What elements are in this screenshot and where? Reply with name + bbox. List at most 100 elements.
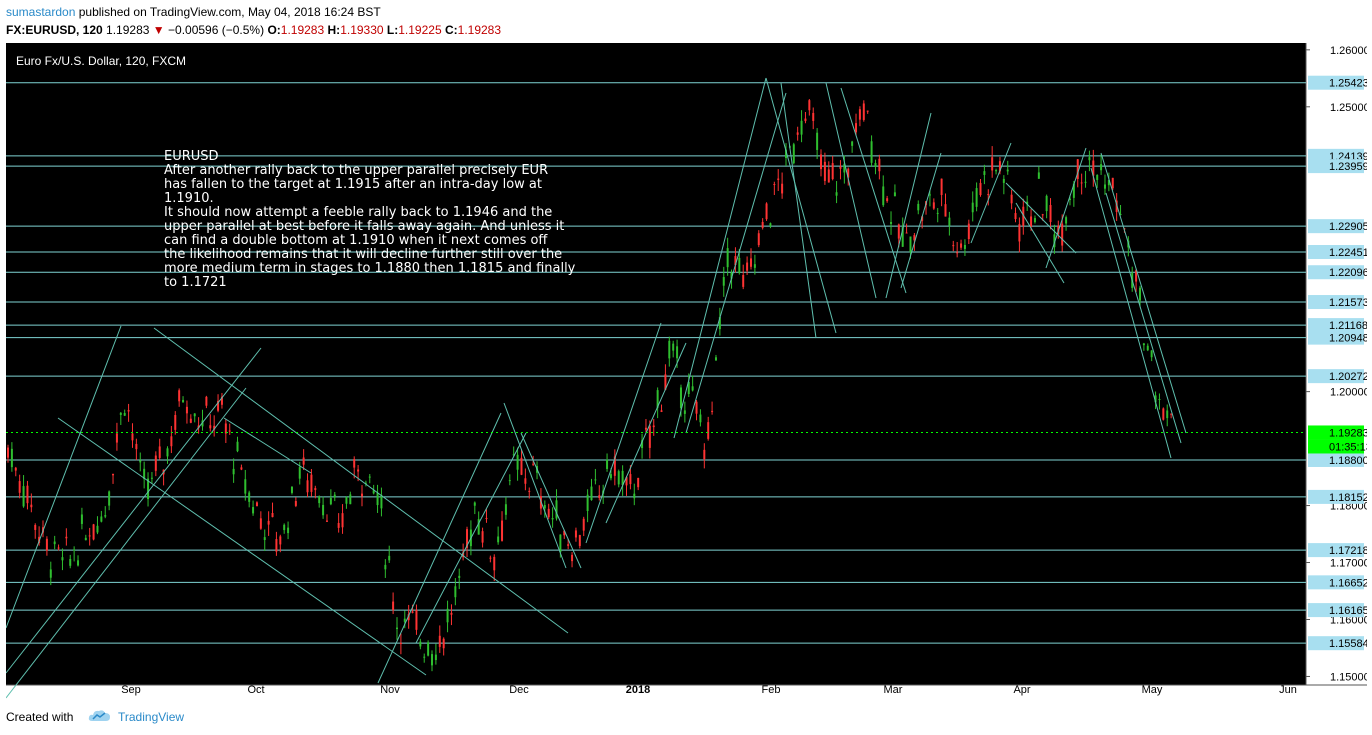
down-candle	[57, 547, 60, 549]
down-candle	[1080, 182, 1083, 184]
ohlc-info: FX:EURUSD, 120 1.19283 ▼ −0.00596 (−0.5%…	[6, 23, 501, 37]
up-candle	[936, 212, 939, 214]
up-candle	[590, 486, 593, 501]
up-candle	[446, 608, 449, 623]
up-candle	[287, 527, 290, 534]
up-candle	[403, 618, 406, 622]
down-candle	[827, 169, 830, 183]
up-candle	[96, 525, 99, 533]
down-candle	[547, 508, 550, 518]
time-tick-label: Mar	[884, 684, 903, 696]
down-candle	[932, 202, 935, 209]
down-candle	[1111, 177, 1114, 189]
up-candle	[497, 536, 500, 543]
down-candle	[695, 401, 698, 414]
tradingview-cloud-icon[interactable]	[88, 708, 112, 724]
up-candle	[683, 410, 686, 414]
close-value: 1.19283	[457, 23, 502, 37]
down-candle	[154, 455, 157, 471]
time-tick-label: Apr	[1013, 684, 1030, 696]
chart-area[interactable]: Euro Fx/U.S. Dollar, 120, FXCM EURUSD Afte…	[6, 43, 1367, 700]
down-candle	[205, 396, 208, 406]
down-candle	[820, 154, 823, 170]
down-candle	[1010, 194, 1013, 204]
up-candle	[345, 497, 348, 504]
level-label: 1.17218	[1329, 545, 1367, 557]
plot-background	[6, 43, 1306, 685]
level-label: 1.25423	[1329, 78, 1367, 90]
up-candle	[84, 537, 87, 541]
down-candle	[450, 612, 453, 615]
down-candle	[170, 436, 173, 447]
down-candle	[629, 474, 632, 485]
down-candle	[746, 262, 749, 271]
level-label: 1.22905	[1329, 221, 1367, 233]
chart-header: sumastardon published on TradingView.com…	[0, 0, 1372, 44]
countdown-label: 01:35:13	[1329, 441, 1367, 453]
up-candle	[672, 343, 675, 351]
down-candle	[967, 223, 970, 240]
down-candle	[209, 425, 212, 429]
up-candle	[104, 515, 107, 517]
up-candle	[1100, 164, 1103, 171]
down-candle	[711, 410, 714, 412]
level-label: 1.20948	[1329, 333, 1367, 345]
down-candle	[493, 556, 496, 571]
level-label: 1.15584	[1329, 638, 1367, 650]
level-label: 1.21573	[1329, 297, 1367, 309]
up-candle	[508, 480, 511, 482]
up-candle	[427, 642, 430, 656]
up-candle	[1045, 195, 1048, 212]
down-candle	[411, 611, 414, 613]
down-candle	[392, 601, 395, 611]
up-candle	[963, 244, 966, 249]
up-candle	[691, 386, 694, 391]
up-candle	[53, 541, 56, 545]
level-label: 1.16652	[1329, 577, 1367, 589]
down-candle	[92, 524, 95, 540]
up-candle	[800, 120, 803, 135]
price-chart[interactable]: Euro Fx/U.S. Dollar, 120, FXCM EURUSDAfte…	[6, 43, 1367, 700]
up-candle	[1138, 287, 1141, 301]
author-link[interactable]: sumastardon	[6, 5, 75, 19]
tradingview-brand-link[interactable]: TradingView	[118, 710, 184, 724]
down-candle	[45, 538, 48, 551]
up-candle	[1166, 410, 1169, 419]
up-candle	[322, 504, 325, 516]
down-candle	[707, 422, 710, 439]
down-candle	[532, 463, 535, 465]
up-candle	[606, 459, 609, 469]
up-candle	[419, 641, 422, 647]
up-candle	[333, 494, 336, 498]
down-candle	[267, 520, 270, 525]
up-candle	[1146, 345, 1149, 351]
up-candle	[473, 502, 476, 506]
down-candle	[1018, 224, 1021, 242]
down-candle	[228, 430, 231, 432]
up-candle	[917, 203, 920, 211]
down-candle	[357, 469, 360, 472]
up-candle	[699, 414, 702, 423]
down-candle	[866, 110, 869, 112]
down-candle	[127, 410, 130, 412]
up-candle	[714, 357, 717, 361]
up-candle	[676, 346, 679, 359]
down-candle	[294, 501, 297, 506]
up-candle	[458, 575, 461, 578]
up-candle	[893, 192, 896, 197]
down-candle	[905, 232, 908, 234]
down-candle	[255, 502, 258, 507]
down-candle	[341, 513, 344, 528]
up-candle	[1103, 184, 1106, 189]
down-candle	[306, 480, 309, 493]
down-candle	[1162, 408, 1165, 420]
up-candle	[551, 518, 554, 520]
down-candle	[823, 161, 826, 181]
annotation-line: It should now attempt a feeble rally bac…	[164, 205, 552, 220]
down-candle	[648, 425, 651, 448]
down-candle	[178, 390, 181, 402]
level-label: 1.16165	[1329, 605, 1367, 617]
time-tick-label: Jun	[1279, 684, 1297, 696]
down-candle	[839, 166, 842, 169]
up-candle	[609, 474, 612, 479]
